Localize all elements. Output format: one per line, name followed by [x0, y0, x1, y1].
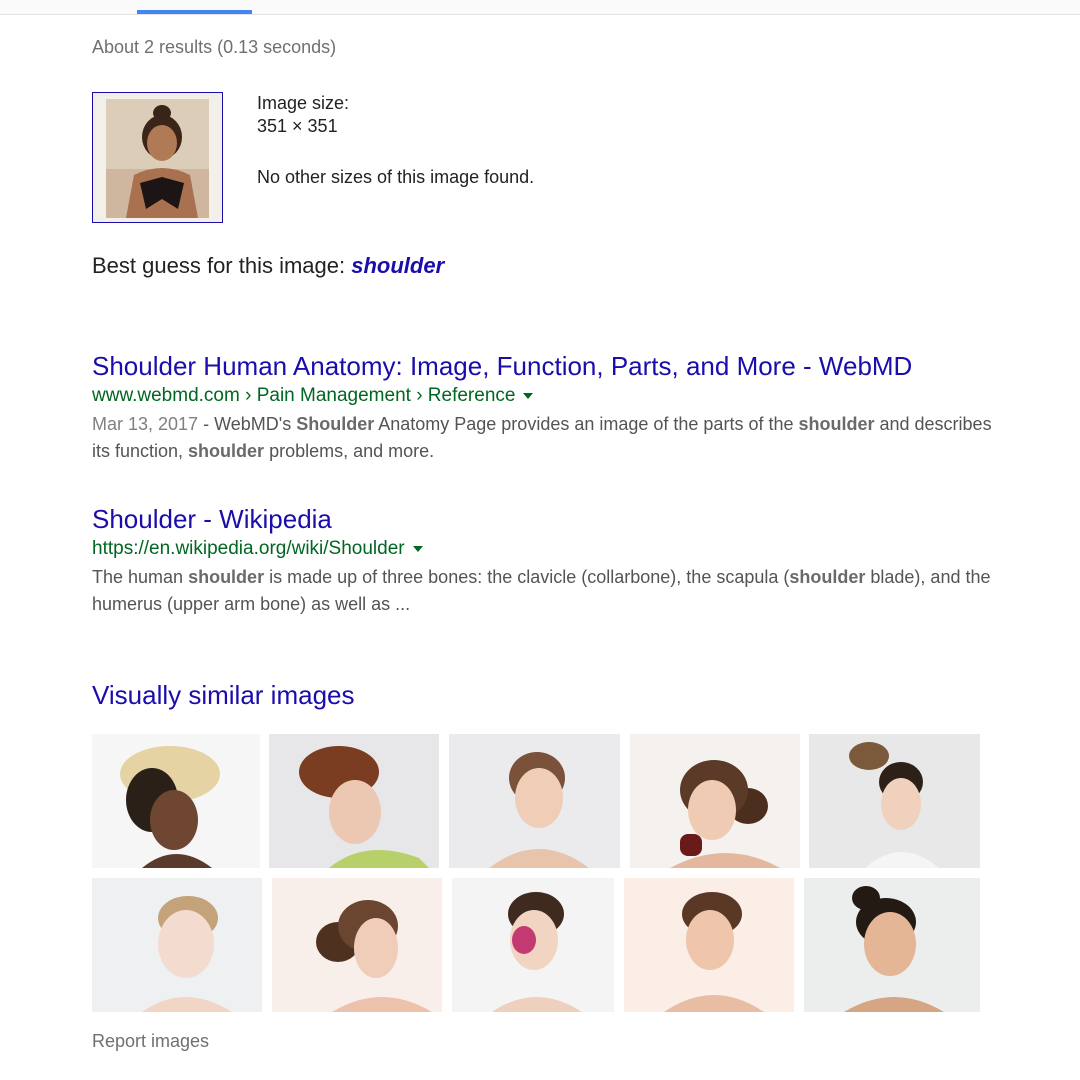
dropdown-caret-icon[interactable]	[412, 545, 423, 552]
result-snippet-wikipedia: The human shoulder is made up of three b…	[92, 564, 1012, 618]
similar-image[interactable]	[630, 734, 800, 868]
similar-image[interactable]	[92, 734, 260, 868]
similar-image[interactable]	[449, 734, 620, 868]
best-guess-label: Best guess for this image:	[92, 253, 352, 278]
similar-image[interactable]	[809, 734, 980, 868]
dropdown-caret-icon[interactable]	[523, 392, 534, 399]
best-guess-link[interactable]: shoulder	[351, 253, 444, 278]
image-size-value: 351 × 351	[257, 116, 338, 136]
snippet-keyword: shoulder	[188, 567, 265, 587]
best-guess: Best guess for this image: shoulder	[92, 253, 444, 279]
result-snippet-webmd: Mar 13, 2017 - WebMD's Shoulder Anatomy …	[92, 411, 1012, 465]
result-title-wikipedia[interactable]: Shoulder - Wikipedia	[92, 504, 332, 535]
query-image-thumbnail[interactable]	[92, 92, 223, 223]
snippet-keyword: shoulder	[188, 441, 265, 461]
similar-image[interactable]	[92, 878, 262, 1012]
similar-image[interactable]	[624, 878, 794, 1012]
query-image	[106, 99, 209, 218]
snippet-text: is made up of three bones: the clavicle …	[264, 567, 790, 587]
result-url-webmd: www.webmd.com › Pain Management › Refere…	[92, 385, 534, 407]
result-url-text: www.webmd.com › Pain Management › Refere…	[92, 385, 516, 406]
visually-similar-images-link[interactable]: Visually similar images	[92, 680, 355, 711]
snippet-keyword: shoulder	[798, 414, 875, 434]
snippet-text: - WebMD's	[198, 414, 297, 434]
snippet-text: problems, and more.	[264, 441, 435, 461]
snippet-text: The human	[92, 567, 189, 587]
result-url-wikipedia: https://en.wikipedia.org/wiki/Shoulder	[92, 538, 423, 560]
result-title-webmd[interactable]: Shoulder Human Anatomy: Image, Function,…	[92, 351, 912, 382]
similar-image[interactable]	[804, 878, 980, 1012]
no-other-sizes-text: No other sizes of this image found.	[257, 167, 535, 187]
result-date: Mar 13, 2017	[92, 414, 199, 434]
result-url-text: https://en.wikipedia.org/wiki/Shoulder	[92, 538, 405, 559]
image-size-label: Image size:	[257, 93, 350, 113]
similar-image[interactable]	[269, 734, 439, 868]
result-stats: About 2 results (0.13 seconds)	[92, 37, 337, 57]
snippet-keyword: Shoulder	[296, 414, 375, 434]
similar-image[interactable]	[272, 878, 442, 1012]
report-images-link[interactable]: Report images	[92, 1031, 209, 1052]
active-tab-indicator	[137, 10, 252, 14]
similar-image[interactable]	[452, 878, 614, 1012]
snippet-keyword: shoulder	[789, 567, 866, 587]
snippet-text: Anatomy Page provides an image of the pa…	[374, 414, 799, 434]
